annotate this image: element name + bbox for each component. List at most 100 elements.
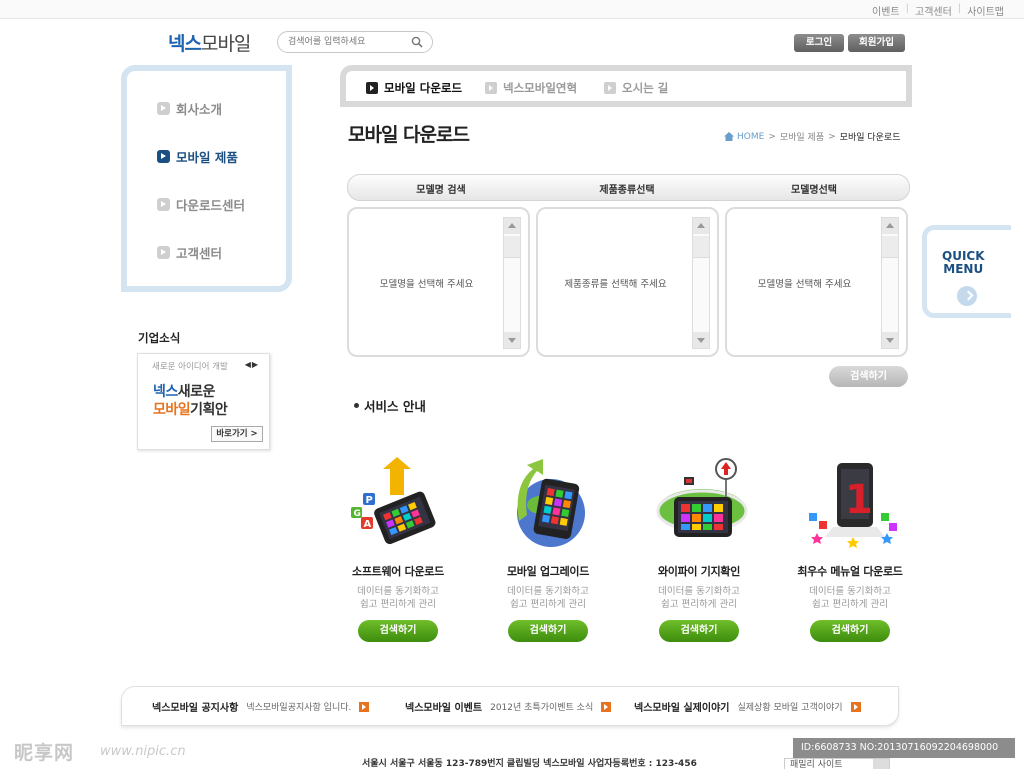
scroll-thumb[interactable] <box>882 236 898 258</box>
more-icon[interactable] <box>601 701 612 712</box>
service-name: 소프트웨어 다운로드 <box>352 565 444 578</box>
join-button[interactable]: 회원가입 <box>848 34 905 52</box>
bullet-icon <box>157 198 170 211</box>
selector-header: 모델명 검색 제품종류선택 모델명선택 <box>347 174 910 201</box>
news-more-button[interactable]: 바로가기 > <box>211 426 263 442</box>
svg-text:G: G <box>354 509 361 519</box>
scroll-up-icon[interactable] <box>693 218 709 234</box>
tab-mobile-download[interactable]: 모바일 다운로드 <box>366 80 462 96</box>
bullet-icon <box>604 82 616 94</box>
service-card-upgrade: 모바일 업그레이드 데이터를 동기화하고 쉽고 편리하게 관리 검색하기 <box>473 455 623 642</box>
service-search-button[interactable]: 검색하기 <box>659 620 739 642</box>
model-search-list[interactable]: 모델명을 선택해 주세요 <box>347 207 530 357</box>
scroll-thumb[interactable] <box>693 236 709 258</box>
notice-desc: 실제상황 모바일 고객이야기 <box>737 703 843 713</box>
search-icon[interactable] <box>411 36 423 48</box>
news-nav-arrows[interactable]: ◀▶ <box>245 360 259 369</box>
family-site-label: 패밀리 사이트 <box>790 760 843 769</box>
breadcrumb: HOME > 모바일 제품 > 모바일 다운로드 <box>724 130 901 143</box>
footer-address: 서울시 서울구 서울동 123-789번지 클립빌딩 넥스모바일 사업자등록번호… <box>362 759 697 769</box>
service-desc: 데이터를 동기화하고 쉽고 편리하게 관리 <box>624 585 774 611</box>
sidebar-item-company[interactable]: 회사소개 <box>157 99 222 118</box>
home-icon <box>724 132 734 141</box>
service-search-button[interactable]: 검색하기 <box>358 620 438 642</box>
sidebar-item-products[interactable]: 모바일 제품 <box>157 147 238 166</box>
separator: | <box>905 3 909 14</box>
login-button[interactable]: 로그인 <box>794 34 844 52</box>
notice-item-story[interactable]: 넥스모바일 실제이야기 실제상황 모바일 고객이야기 <box>634 699 861 714</box>
watermark-url: www.nipic.cn <box>100 744 186 759</box>
service-desc-line2: 쉽고 편리하게 관리 <box>360 599 436 610</box>
model-select-list[interactable]: 모델명을 선택해 주세요 <box>725 207 908 357</box>
notice-bar: 넥스모바일 공지사항 넥스모바일공지사항 입니다. 넥스모바일 이벤트 2012… <box>121 686 899 726</box>
scroll-down-icon[interactable] <box>882 332 898 348</box>
scroll-down-icon[interactable] <box>504 332 520 348</box>
top-link-support[interactable]: 고객센터 <box>915 3 952 18</box>
bullet-icon <box>485 82 497 94</box>
quick-menu-label: QUICK MENU <box>942 250 985 276</box>
top-links: 이벤트 | 고객센터 | 사이트맵 <box>872 3 1004 18</box>
service-desc-line1: 데이터를 동기화하고 <box>357 586 439 597</box>
bullet-icon <box>366 82 378 94</box>
notice-item-announcement[interactable]: 넥스모바일 공지사항 넥스모바일공지사항 입니다. <box>152 699 370 714</box>
family-site-select[interactable]: 패밀리 사이트 <box>784 758 890 769</box>
scroll-down-icon[interactable] <box>693 332 709 348</box>
service-desc-line1: 데이터를 동기화하고 <box>809 586 891 597</box>
quick-menu[interactable]: QUICK MENU <box>922 225 1011 318</box>
service-desc: 데이터를 동기화하고쉽고 편리하게 관리 <box>323 585 473 611</box>
sidebar-item-label: 모바일 제품 <box>176 150 238 165</box>
selector-header-model-search: 모델명 검색 <box>416 185 466 196</box>
breadcrumb-mid[interactable]: 모바일 제품 <box>780 130 824 143</box>
news-title: 기업소식 <box>138 331 181 345</box>
service-search-button[interactable]: 검색하기 <box>810 620 890 642</box>
sidebar-item-label: 회사소개 <box>176 102 223 117</box>
scrollbar[interactable] <box>692 217 710 349</box>
selector-search-button[interactable]: 검색하기 <box>829 366 908 387</box>
service-search-button[interactable]: 검색하기 <box>508 620 588 642</box>
service-name: 모바일 업그레이드 <box>506 565 590 578</box>
scrollbar[interactable] <box>881 217 899 349</box>
tab-history[interactable]: 넥스모바일연혁 <box>485 80 577 96</box>
top-link-event[interactable]: 이벤트 <box>872 3 900 18</box>
watermark-logo: 昵享网 <box>14 742 75 764</box>
service-card-wifi: 와이파이 기지확인 데이터를 동기화하고 쉽고 편리하게 관리 검색하기 <box>624 455 774 642</box>
sidebar-item-label: 다운로드센터 <box>176 198 246 213</box>
news-headline-2b: 기획안 <box>190 402 228 418</box>
notice-title: 넥스모바일 이벤트 <box>405 703 483 714</box>
service-name: 와이파이 기지확인 <box>657 565 741 578</box>
svg-text:A: A <box>364 519 372 530</box>
tab-directions[interactable]: 오시는 길 <box>604 80 668 96</box>
svg-text:P: P <box>366 495 373 506</box>
sidebar-item-label: 고객센터 <box>176 246 223 261</box>
news-headline-1a: 넥스 <box>153 384 178 400</box>
breadcrumb-home-label: HOME <box>737 131 765 142</box>
more-icon[interactable] <box>850 701 861 712</box>
phone-upload-icon: P G A <box>343 455 453 555</box>
scroll-up-icon[interactable] <box>882 218 898 234</box>
news-headline-2a: 모바일 <box>153 402 191 418</box>
bullet-icon <box>157 102 170 115</box>
logo[interactable]: 넥스모바일 <box>168 29 251 56</box>
chevron-down-icon[interactable] <box>873 759 889 769</box>
top-link-sitemap[interactable]: 사이트맵 <box>967 3 1004 18</box>
notice-title: 넥스모바일 실제이야기 <box>634 703 730 714</box>
breadcrumb-home[interactable]: HOME <box>724 132 764 142</box>
phone-upgrade-icon <box>493 455 603 555</box>
tab-label: 넥스모바일연혁 <box>503 81 578 95</box>
product-type-list[interactable]: 제품종류를 선택해 주세요 <box>536 207 719 357</box>
service-desc-line2: 쉽고 편리하게 관리 <box>661 599 737 610</box>
more-icon[interactable] <box>359 701 370 712</box>
service-card-manual: 1 최우수 메뉴얼 다운로드 데이터를 동기화하고 쉽고 편리하게 관리 검색하기 <box>775 455 925 642</box>
scroll-thumb[interactable] <box>504 236 520 258</box>
sidebar-item-support[interactable]: 고객센터 <box>157 243 222 262</box>
chevron-right-icon[interactable] <box>957 286 977 306</box>
selector-header-model-select: 모델명선택 <box>791 185 837 196</box>
watermark-id: ID:6608733 NO:20130716092204698000 <box>793 738 1015 758</box>
sidebar-item-download[interactable]: 다운로드센터 <box>157 195 245 214</box>
breadcrumb-current: 모바일 다운로드 <box>839 133 901 143</box>
breadcrumb-separator: > <box>768 131 776 142</box>
search-input[interactable] <box>288 35 406 49</box>
scrollbar[interactable] <box>503 217 521 349</box>
scroll-up-icon[interactable] <box>504 218 520 234</box>
notice-item-event[interactable]: 넥스모바일 이벤트 2012년 초특가이벤트 소식 <box>405 699 612 714</box>
